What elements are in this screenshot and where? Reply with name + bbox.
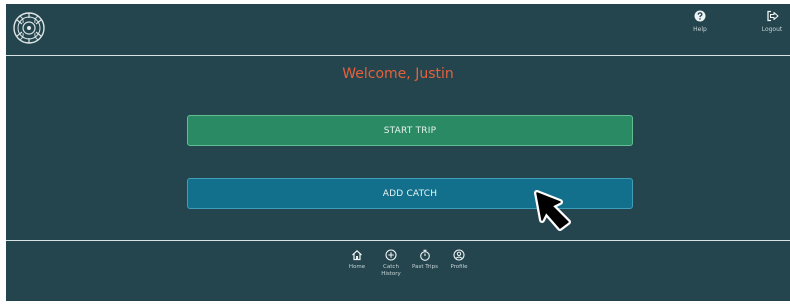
app-screen: Help Logout Welcome, Justin START TRIP A… — [6, 4, 790, 301]
logo-icon — [13, 12, 45, 44]
stopwatch-icon — [420, 249, 430, 261]
nav-item-home[interactable]: Home — [342, 249, 372, 278]
help-label: Help — [693, 26, 707, 33]
bottom-nav: Home Catch History Past Trips Profile — [342, 249, 478, 278]
nav-label-profile: Profile — [450, 264, 468, 270]
nav-item-profile[interactable]: Profile — [444, 249, 474, 278]
app-header: Help Logout — [6, 4, 790, 56]
sign-out-icon — [766, 10, 779, 22]
logout-label: Logout — [761, 26, 783, 33]
plus-circle-icon — [385, 249, 397, 261]
nav-item-past-trips[interactable]: Past Trips — [410, 249, 440, 278]
user-circle-icon — [453, 249, 465, 261]
question-circle-icon — [694, 10, 706, 22]
home-icon — [352, 249, 362, 261]
welcome-heading: Welcome, Justin — [342, 66, 454, 82]
nav-label-catch-history: Catch History — [381, 264, 401, 277]
mouse-pointer-icon — [534, 190, 571, 231]
help-button[interactable]: Help — [685, 10, 715, 44]
nav-label-past-trips: Past Trips — [412, 264, 438, 270]
nav-item-catch-history[interactable]: Catch History — [376, 249, 406, 278]
start-trip-button[interactable]: START TRIP — [187, 115, 633, 146]
nav-label-home: Home — [348, 264, 366, 270]
logout-button[interactable]: Logout — [757, 10, 787, 44]
bottom-nav-bar: Home Catch History Past Trips Profile — [6, 240, 790, 302]
